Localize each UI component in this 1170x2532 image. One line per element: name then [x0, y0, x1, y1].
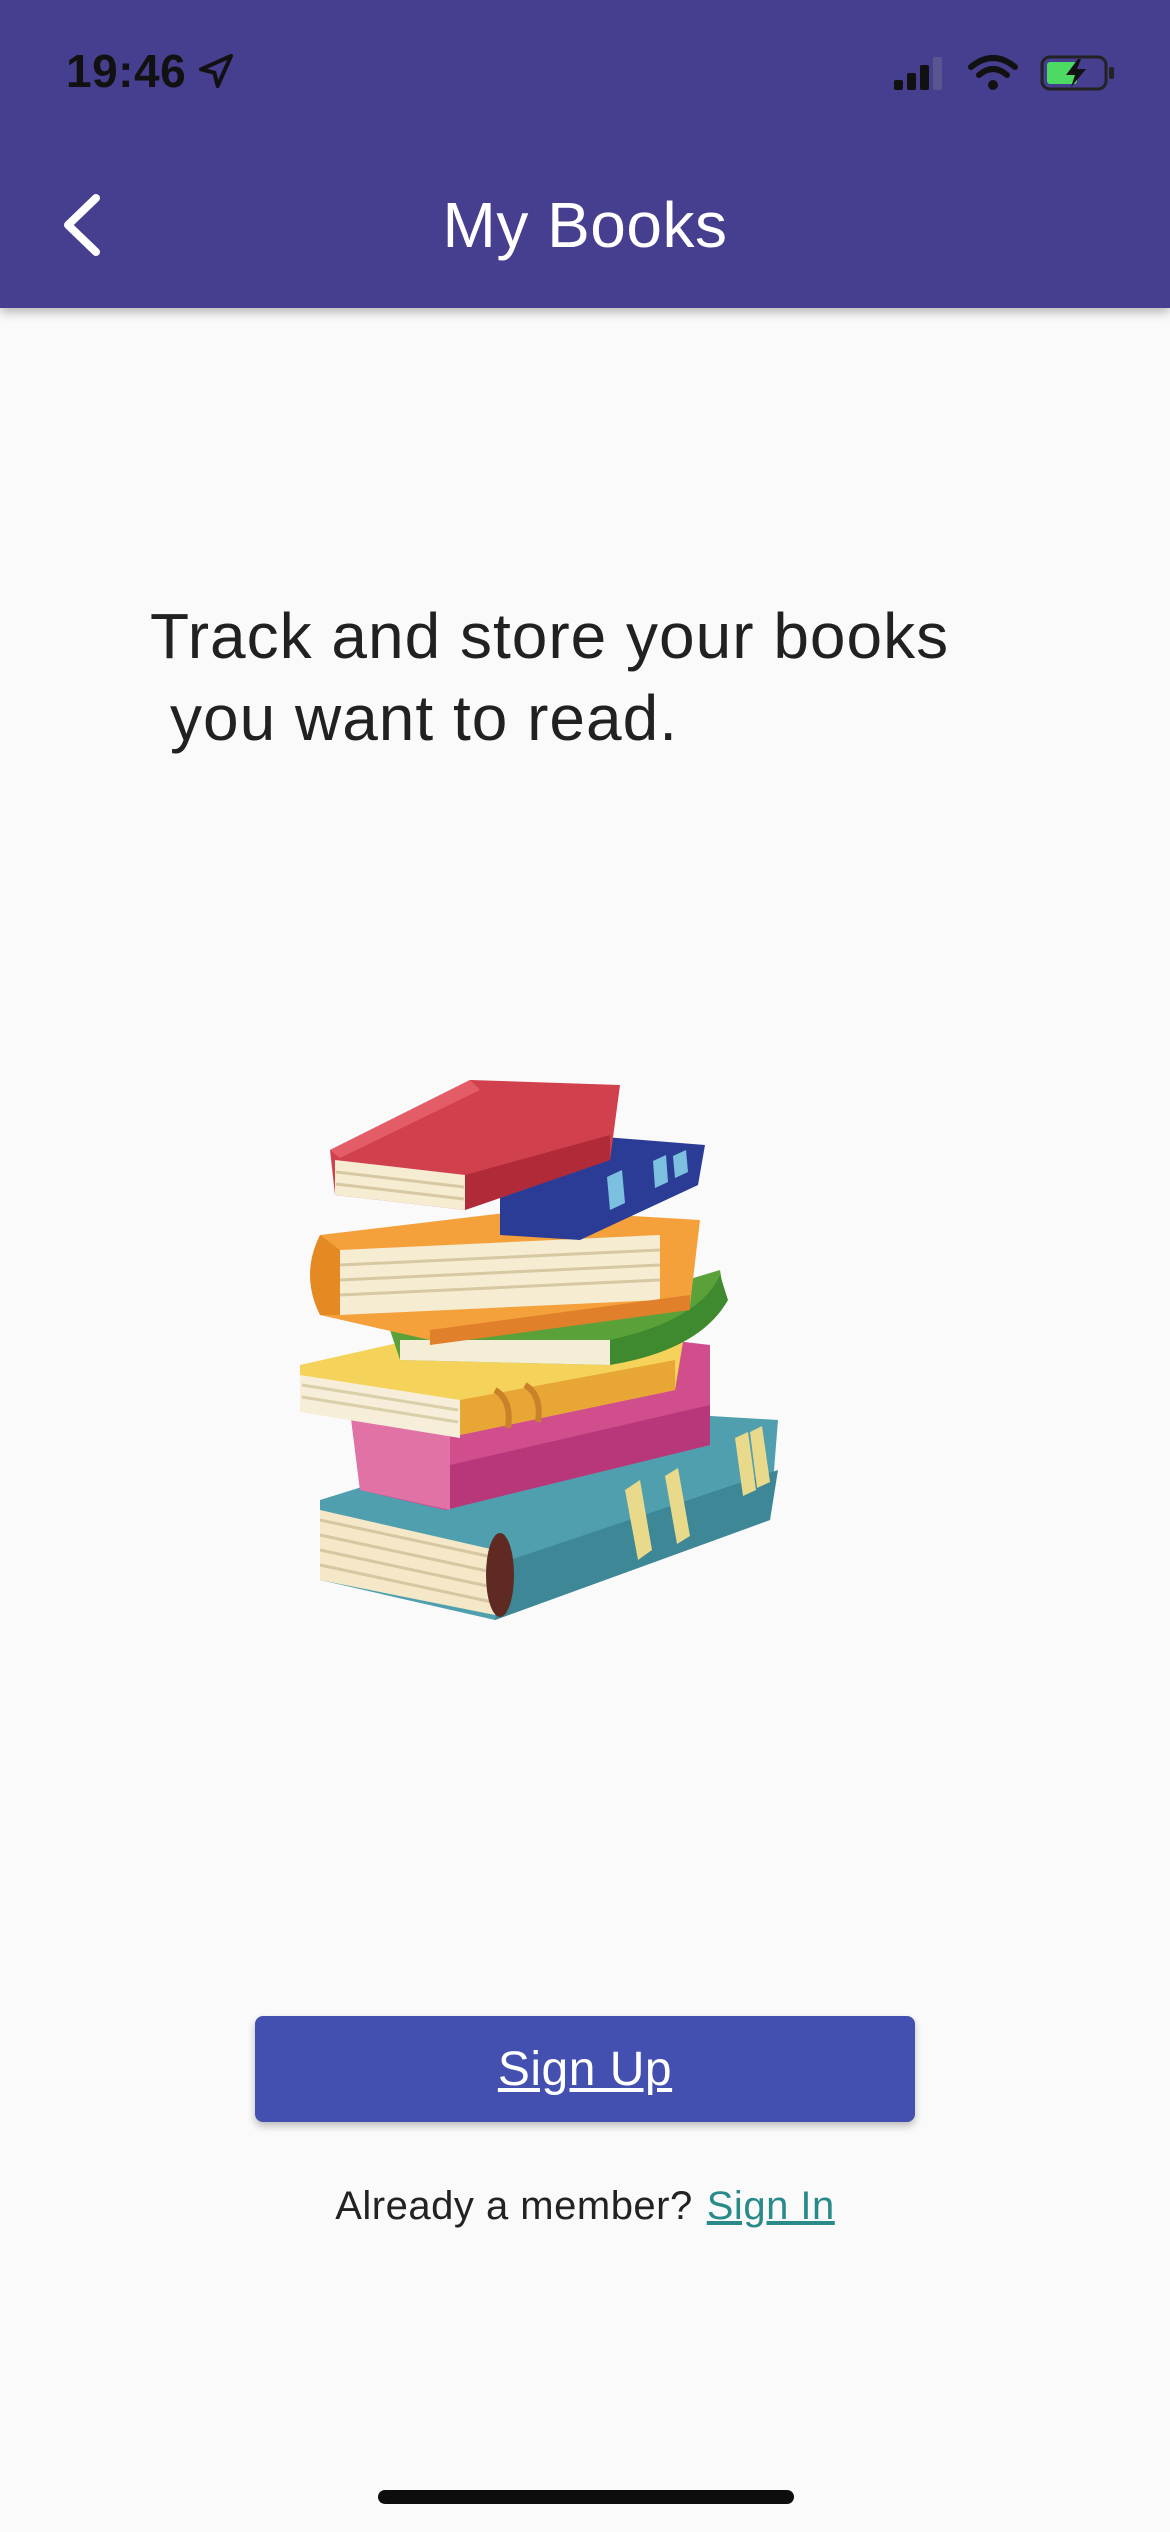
page-title: My Books: [442, 189, 728, 261]
cellular-signal-icon: [894, 57, 942, 90]
battery-charging-icon: [1040, 55, 1114, 91]
sign-up-button[interactable]: Sign Up: [255, 2016, 915, 2122]
screen: 19:46 My Books Track and store your book…: [0, 0, 1170, 2532]
app-bar: 19:46 My Books: [0, 0, 1170, 308]
tagline-line-2: you want to read.: [170, 682, 678, 754]
tagline-line-1: Track and store your books: [150, 600, 950, 672]
location-arrow-icon: [199, 54, 234, 88]
status-bar-time: 19:46: [66, 44, 236, 98]
sign-in-row: Already a member? Sign In: [0, 2184, 1170, 2229]
wifi-icon: [968, 55, 1018, 90]
status-time-text: 19:46: [66, 45, 187, 97]
member-prompt: Already a member?: [335, 2184, 693, 2228]
status-bar-indicators: [894, 54, 1118, 92]
stack-of-books-illustration: [300, 1080, 778, 1620]
sign-up-label: Sign Up: [497, 2042, 673, 2096]
tagline: Track and store your books you want to r…: [150, 595, 1050, 759]
sign-in-link[interactable]: Sign In: [707, 2184, 835, 2228]
home-indicator[interactable]: [378, 2490, 794, 2504]
